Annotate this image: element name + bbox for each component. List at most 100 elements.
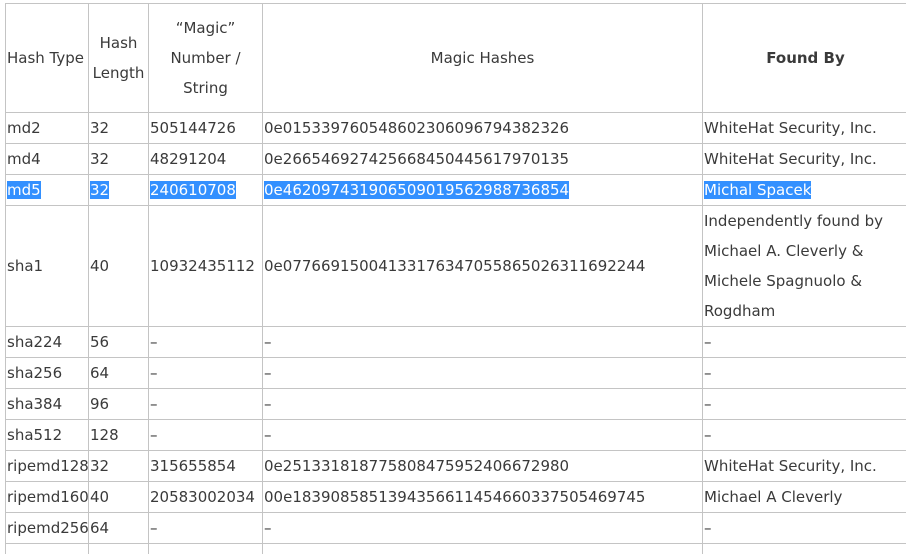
cell-text: 315655854 bbox=[150, 457, 236, 475]
cell-text: sha384 bbox=[7, 395, 63, 413]
cell-hash-length: 64 bbox=[88, 357, 149, 389]
cell-found-by: WhiteHat Security, Inc. bbox=[702, 112, 906, 144]
cell-text-line: Michele Spagnuolo & bbox=[704, 272, 863, 290]
cell-magic-hash: 0e462097431906509019562988736854 bbox=[262, 174, 703, 206]
cell-magic-hash: 0e251331818775808475952406672980 bbox=[262, 450, 703, 482]
cell-text: 48291204 bbox=[150, 150, 227, 168]
selected-text[interactable]: 240610708 bbox=[150, 181, 236, 199]
cell-text: 0e251331818775808475952406672980 bbox=[264, 457, 570, 475]
cell-found-by: WhiteHat Security, Inc. bbox=[702, 143, 906, 175]
cell-found-by bbox=[702, 543, 906, 554]
cell-text: 40 bbox=[90, 488, 110, 506]
header-hash-length: Hash Length bbox=[88, 3, 149, 113]
cell-found-by: WhiteHat Security, Inc. bbox=[702, 450, 906, 482]
cell-magic: – bbox=[148, 326, 263, 358]
cell-text: sha224 bbox=[7, 333, 63, 351]
cell-hash-length: 32 bbox=[88, 143, 149, 175]
table-row: ripemd128 32 315655854 0e251331818775808… bbox=[5, 450, 906, 482]
cell-text: 00e1839085851394356611454660337505469745 bbox=[264, 488, 646, 506]
cell-hash-type: md5 bbox=[5, 174, 89, 206]
cell-text-line: Independently found by bbox=[704, 212, 884, 230]
cell-text: – bbox=[264, 395, 272, 413]
cell-found-by: – bbox=[702, 326, 906, 358]
cell-magic bbox=[148, 543, 263, 554]
cell-hash-type bbox=[5, 543, 89, 554]
cell-text: – bbox=[264, 364, 272, 382]
table-row: ripemd256 64 – – – bbox=[5, 512, 906, 544]
cell-magic: – bbox=[148, 419, 263, 451]
cell-magic-hash: 0e07766915004133176347055865026311692244 bbox=[262, 205, 703, 327]
selected-text[interactable]: 0e462097431906509019562988736854 bbox=[264, 181, 570, 199]
cell-text: WhiteHat Security, Inc. bbox=[704, 150, 877, 168]
cell-magic-hash: 0e015339760548602306096794382326 bbox=[262, 112, 703, 144]
cell-text: WhiteHat Security, Inc. bbox=[704, 457, 877, 475]
header-magic-line: String bbox=[183, 79, 228, 97]
cell-hash-type: ripemd256 bbox=[5, 512, 89, 544]
cell-text-line: Michael A. Cleverly & bbox=[704, 242, 864, 260]
cell-found-by: Independently found by Michael A. Clever… bbox=[702, 205, 906, 327]
magic-hashes-table: Hash Type Hash Length “Magic” Number / S… bbox=[5, 3, 906, 554]
cell-hash-type: md4 bbox=[5, 143, 89, 175]
table-row: sha512 128 – – – bbox=[5, 419, 906, 451]
table-row: sha256 64 – – – bbox=[5, 357, 906, 389]
cell-hash-length bbox=[88, 543, 149, 554]
cell-magic-hash: – bbox=[262, 357, 703, 389]
table-row: sha224 56 – – – bbox=[5, 326, 906, 358]
cell-text: – bbox=[264, 519, 272, 537]
cell-magic: 10932435112 bbox=[148, 205, 263, 327]
cell-hash-type: sha1 bbox=[5, 205, 89, 327]
cell-magic: 20583002034 bbox=[148, 481, 263, 513]
cell-magic: – bbox=[148, 512, 263, 544]
selected-text[interactable]: 32 bbox=[90, 181, 110, 199]
cell-hash-type: sha512 bbox=[5, 419, 89, 451]
cell-text: – bbox=[264, 426, 272, 444]
table-row-partial bbox=[5, 543, 906, 554]
cell-text: – bbox=[264, 333, 272, 351]
cell-text: – bbox=[704, 364, 712, 382]
cell-text: 64 bbox=[90, 519, 110, 537]
table-row: ripemd160 40 20583002034 00e183908585139… bbox=[5, 481, 906, 513]
cell-text: sha256 bbox=[7, 364, 63, 382]
table-row: sha384 96 – – – bbox=[5, 388, 906, 420]
header-hash-type: Hash Type bbox=[5, 3, 89, 113]
cell-found-by: Michal Spacek bbox=[702, 174, 906, 206]
header-magic-hashes-label: Magic Hashes bbox=[430, 49, 535, 67]
selected-text[interactable]: md5 bbox=[7, 181, 41, 199]
cell-text: 20583002034 bbox=[150, 488, 255, 506]
cell-text: 64 bbox=[90, 364, 110, 382]
cell-text: – bbox=[704, 395, 712, 413]
cell-text: 96 bbox=[90, 395, 110, 413]
cell-text: ripemd128 bbox=[7, 457, 89, 475]
cell-hash-type: md2 bbox=[5, 112, 89, 144]
header-hash-length-line: Length bbox=[92, 64, 145, 82]
cell-text: sha512 bbox=[7, 426, 63, 444]
cell-text: – bbox=[150, 364, 158, 382]
cell-text: Michael A Cleverly bbox=[704, 488, 843, 506]
header-hash-type-label: Hash Type bbox=[7, 49, 85, 67]
cell-text: 32 bbox=[90, 457, 110, 475]
cell-hash-type: ripemd160 bbox=[5, 481, 89, 513]
cell-text: – bbox=[704, 519, 712, 537]
selected-text[interactable]: Michal Spacek bbox=[704, 181, 812, 199]
cell-text: 32 bbox=[90, 150, 110, 168]
cell-magic-hash: – bbox=[262, 388, 703, 420]
cell-magic-hash bbox=[262, 543, 703, 554]
cell-hash-length: 40 bbox=[88, 205, 149, 327]
cell-hash-length: 32 bbox=[88, 112, 149, 144]
table-row: md2 32 505144726 0e015339760548602306096… bbox=[5, 112, 906, 144]
magic-hashes-table-container: Hash Type Hash Length “Magic” Number / S… bbox=[5, 3, 906, 554]
cell-text: – bbox=[150, 395, 158, 413]
cell-hash-type: sha224 bbox=[5, 326, 89, 358]
cell-text: sha1 bbox=[7, 257, 44, 275]
cell-text: – bbox=[150, 519, 158, 537]
table-row-selected: md5 32 240610708 0e462097431906509019562… bbox=[5, 174, 906, 206]
cell-hash-length: 32 bbox=[88, 174, 149, 206]
cell-magic-hash: 00e1839085851394356611454660337505469745 bbox=[262, 481, 703, 513]
cell-found-by: – bbox=[702, 357, 906, 389]
cell-text: 0e015339760548602306096794382326 bbox=[264, 119, 570, 137]
cell-magic-hash: – bbox=[262, 419, 703, 451]
header-found-by-label: Found By bbox=[766, 49, 845, 67]
cell-magic-hash: – bbox=[262, 326, 703, 358]
cell-magic-hash: 0e266546927425668450445617970135 bbox=[262, 143, 703, 175]
header-magic-line: Number / bbox=[170, 49, 241, 67]
